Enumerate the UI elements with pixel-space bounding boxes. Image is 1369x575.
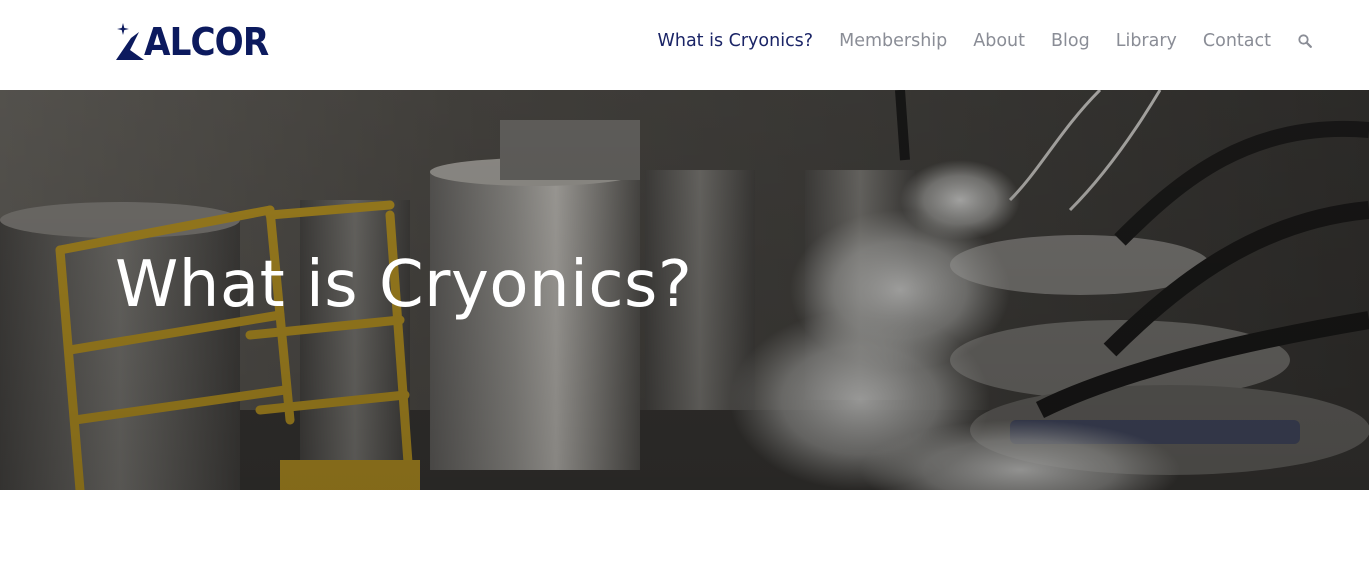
nav-item-membership[interactable]: Membership [839, 26, 947, 56]
main-nav: What is Cryonics? Membership About Blog … [658, 26, 1313, 56]
nav-item-library[interactable]: Library [1116, 26, 1177, 56]
search-button[interactable] [1297, 33, 1313, 49]
page-title: What is Cryonics? [115, 248, 693, 322]
nav-item-about[interactable]: About [973, 26, 1025, 56]
alcor-logo[interactable]: ALCOR [114, 20, 269, 64]
search-icon [1298, 34, 1312, 48]
nav-item-contact[interactable]: Contact [1203, 26, 1271, 56]
site-header: ALCOR What is Cryonics? Membership About… [0, 0, 1369, 90]
logo-wordmark: ALCOR [144, 20, 269, 64]
nav-item-blog[interactable]: Blog [1051, 26, 1090, 56]
nav-item-what-is-cryonics[interactable]: What is Cryonics? [658, 26, 814, 56]
hero-banner: What is Cryonics? [0, 90, 1369, 490]
